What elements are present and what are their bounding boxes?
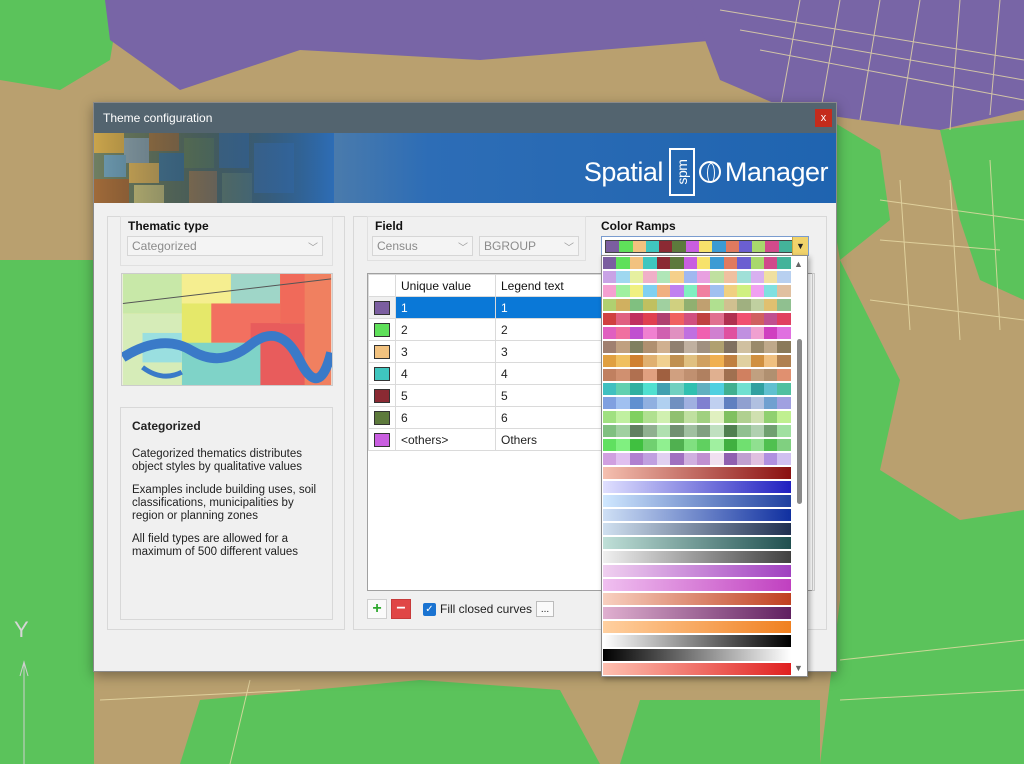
dialog-title: Theme configuration — [103, 111, 213, 125]
color-swatch[interactable] — [374, 388, 390, 403]
color-ramp-option[interactable] — [603, 411, 791, 423]
color-ramp-option[interactable] — [603, 341, 791, 353]
color-swatch[interactable] — [374, 432, 390, 447]
color-ramp-option[interactable] — [603, 551, 791, 563]
grid-toolbar: + − ✓ Fill closed curves ... — [367, 599, 555, 619]
row-color-cell[interactable] — [368, 318, 396, 341]
color-ramp-option[interactable] — [603, 593, 791, 605]
brand-logo: Spatial spm Manager — [583, 148, 829, 196]
grid-edge — [812, 273, 815, 591]
unique-value-cell[interactable]: 1 — [395, 296, 496, 319]
thematic-preview-image — [121, 273, 333, 386]
row-color-cell[interactable] — [368, 362, 396, 385]
row-color-cell[interactable] — [368, 340, 396, 363]
color-ramp-option[interactable] — [603, 397, 791, 409]
chevron-down-icon: ﹀ — [458, 243, 468, 254]
color-ramp-option[interactable] — [603, 383, 791, 395]
description-title: Categorized — [132, 419, 201, 433]
add-row-button[interactable]: + — [367, 599, 387, 619]
color-swatch[interactable] — [374, 366, 390, 381]
dialog-titlebar[interactable]: Theme configuration x — [94, 103, 836, 133]
color-ramp-option[interactable] — [603, 467, 791, 479]
color-ramp-option[interactable] — [603, 579, 791, 591]
color-ramp-option[interactable] — [603, 271, 791, 283]
description-paragraph: Examples include building uses, soil cla… — [132, 484, 317, 522]
brand-banner: Spatial spm Manager — [94, 133, 836, 203]
description-paragraph: Categorized thematics distributes object… — [132, 448, 303, 473]
color-ramp-option[interactable] — [603, 285, 791, 297]
color-swatch[interactable] — [374, 344, 390, 359]
field-combo[interactable]: BGROUP ﹀ — [479, 236, 579, 256]
color-ramp-option[interactable] — [603, 369, 791, 381]
color-ramps-combo[interactable]: ▼ — [601, 236, 809, 256]
remove-row-button[interactable]: − — [391, 599, 411, 619]
unique-value-cell[interactable]: 5 — [395, 384, 496, 407]
description-paragraph: All field types are allowed for a maximu… — [132, 533, 298, 558]
dropdown-arrow-icon[interactable]: ▼ — [792, 237, 808, 255]
brand-right-text: Manager — [724, 156, 829, 187]
fill-closed-curves-checkbox[interactable]: ✓ — [423, 602, 436, 616]
thematic-type-label: Thematic type — [128, 219, 209, 233]
color-swatch[interactable] — [374, 322, 390, 337]
color-ramps-dropdown[interactable]: ▲ ▼ — [601, 255, 808, 677]
color-ramp-option[interactable] — [603, 663, 791, 675]
unique-value-cell[interactable]: 3 — [395, 340, 496, 363]
row-color-cell[interactable] — [368, 428, 396, 451]
color-ramp-option[interactable] — [603, 649, 791, 661]
color-swatch[interactable] — [374, 300, 390, 315]
field-label: Field — [375, 219, 404, 233]
table-combo[interactable]: Census ﹀ — [372, 236, 473, 256]
color-ramp-option[interactable] — [603, 439, 791, 451]
color-ramp-option[interactable] — [603, 635, 791, 647]
color-ramp-option[interactable] — [603, 327, 791, 339]
scroll-up-icon[interactable]: ▲ — [794, 259, 803, 269]
scroll-thumb[interactable] — [797, 339, 802, 504]
color-ramp-option[interactable] — [603, 257, 791, 269]
color-ramp-option[interactable] — [603, 537, 791, 549]
thematic-description: Categorized Categorized thematics distri… — [120, 407, 333, 620]
color-ramp-option[interactable] — [603, 523, 791, 535]
unique-value-cell[interactable]: <others> — [395, 428, 496, 451]
color-swatch[interactable] — [374, 410, 390, 425]
grid-header-color — [368, 274, 396, 297]
banner-map-image — [94, 133, 334, 203]
color-ramp-option[interactable] — [603, 481, 791, 493]
color-ramp-option[interactable] — [603, 509, 791, 521]
color-ramp-option[interactable] — [603, 453, 791, 465]
dropdown-scrollbar[interactable]: ▲ ▼ — [791, 256, 807, 676]
brand-left-text: Spatial — [583, 156, 664, 187]
thematic-type-combo[interactable]: Categorized ﹀ — [127, 236, 323, 256]
selected-ramp-swatch — [605, 240, 793, 253]
color-ramp-option[interactable] — [603, 621, 791, 633]
color-ramp-option[interactable] — [603, 565, 791, 577]
fill-closed-curves-label: Fill closed curves — [440, 602, 533, 616]
color-ramp-option[interactable] — [603, 495, 791, 507]
chevron-down-icon: ﹀ — [564, 243, 574, 254]
color-ramp-option[interactable] — [603, 355, 791, 367]
grid-header-unique-value[interactable]: Unique value — [395, 274, 496, 297]
color-ramp-option[interactable] — [603, 425, 791, 437]
globe-icon — [698, 161, 721, 183]
color-ramp-option[interactable] — [603, 313, 791, 325]
unique-value-cell[interactable]: 2 — [395, 318, 496, 341]
fill-options-button[interactable]: ... — [536, 601, 555, 617]
row-color-cell[interactable] — [368, 296, 396, 319]
axis-y-label: Y — [14, 617, 29, 642]
color-ramps-label: Color Ramps — [601, 219, 676, 233]
color-ramp-option[interactable] — [603, 607, 791, 619]
unique-value-cell[interactable]: 4 — [395, 362, 496, 385]
close-button[interactable]: x — [815, 109, 832, 127]
row-color-cell[interactable] — [368, 384, 396, 407]
chevron-down-icon: ﹀ — [308, 243, 318, 254]
brand-mark: spm — [668, 148, 695, 196]
unique-value-cell[interactable]: 6 — [395, 406, 496, 429]
color-ramp-option[interactable] — [603, 299, 791, 311]
scroll-down-icon[interactable]: ▼ — [794, 663, 803, 673]
row-color-cell[interactable] — [368, 406, 396, 429]
